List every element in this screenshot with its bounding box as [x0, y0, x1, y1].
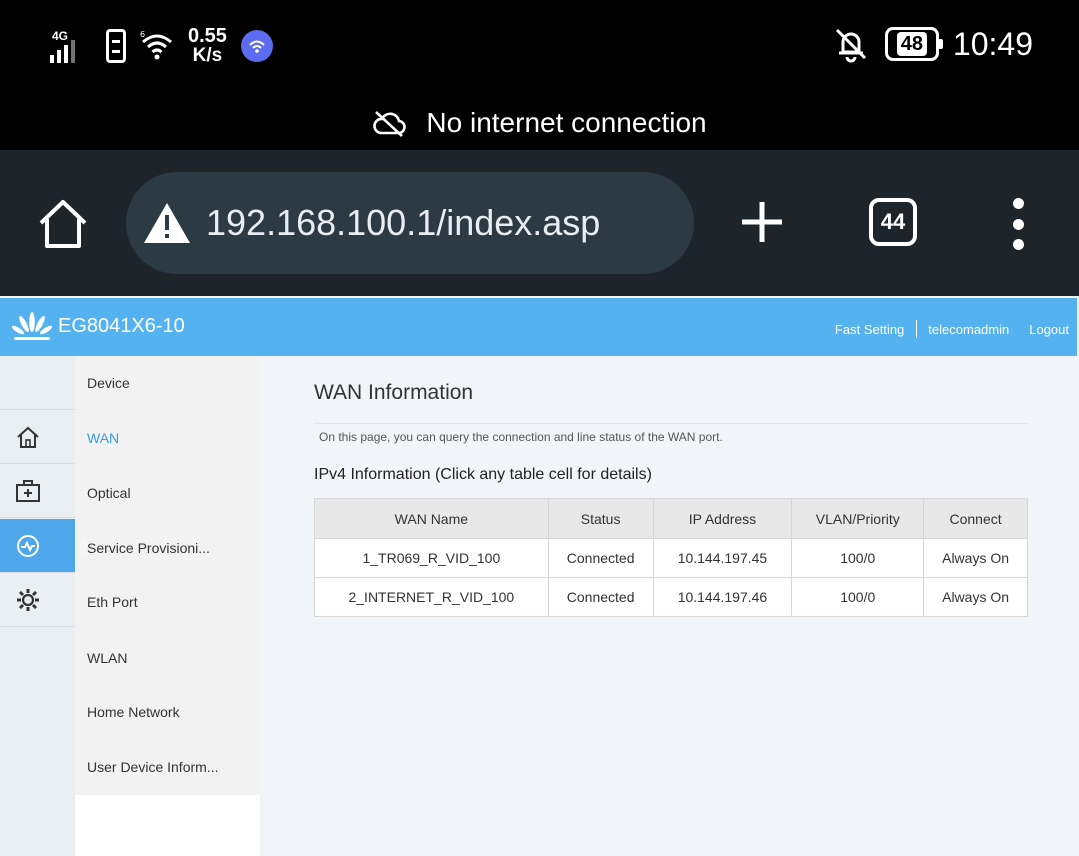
- cellular-signal-icon: 4G: [50, 27, 92, 65]
- device-model: EG8041X6-10: [58, 315, 185, 337]
- menu-item-home-network[interactable]: Home Network: [87, 704, 180, 720]
- new-tab-button[interactable]: [738, 198, 786, 246]
- battery-level: 48: [896, 32, 928, 56]
- status-left-group: 4G 6 0.55 K/s: [50, 26, 273, 66]
- network-speed-value: 0.55: [188, 25, 227, 47]
- table-row[interactable]: 2_INTERNET_R_VID_100 Connected 10.144.19…: [314, 577, 1028, 617]
- no-internet-text: No internet connection: [426, 107, 707, 138]
- rail-item-settings[interactable]: [0, 573, 75, 627]
- menu-item-service-provisioning[interactable]: Service Provisioni...: [87, 540, 210, 556]
- svg-text:6: 6: [140, 30, 145, 39]
- table-cell[interactable]: 2_INTERNET_R_VID_100: [314, 577, 549, 617]
- page-title: WAN Information: [314, 381, 474, 404]
- status-submenu: Device WAN Optical Service Provisioni...…: [75, 356, 260, 856]
- table-row[interactable]: 1_TR069_R_VID_100 Connected 10.144.197.4…: [314, 538, 1028, 578]
- table-cell[interactable]: 100/0: [791, 577, 925, 617]
- status-gauge-icon: [17, 534, 39, 557]
- bell-off-icon: [835, 28, 866, 63]
- fast-setting-link[interactable]: Fast Setting: [835, 322, 904, 337]
- menu-item-wlan[interactable]: WLAN: [87, 650, 127, 666]
- rail-item-empty: [0, 356, 75, 410]
- menu-item-optical[interactable]: Optical: [87, 485, 131, 501]
- wifi-icon: 6: [140, 30, 172, 60]
- more-menu-button[interactable]: [1004, 198, 1032, 250]
- battery-icon: 48: [884, 27, 943, 61]
- table-cell[interactable]: 1_TR069_R_VID_100: [314, 538, 549, 578]
- header-links: Fast Setting telecomadmin Logout: [835, 320, 1069, 338]
- status-right-group: 48 10:49: [831, 24, 1033, 64]
- network-speed-unit: K/s: [192, 45, 223, 66]
- menu-item-user-device-info[interactable]: User Device Inform...: [87, 759, 218, 775]
- page-description: On this page, you can query the connecti…: [319, 430, 723, 444]
- url-text[interactable]: 192.168.100.1/index.asp: [206, 202, 600, 244]
- table-cell[interactable]: Always On: [923, 538, 1028, 578]
- rail-item-home[interactable]: [0, 410, 75, 464]
- table-cell[interactable]: 10.144.197.46: [652, 577, 793, 617]
- tab-count: 44: [880, 209, 906, 234]
- user-name-link[interactable]: telecomadmin: [928, 322, 1009, 337]
- router-header: EG8041X6-10 Fast Setting telecomadmin Lo…: [0, 298, 1077, 356]
- tab-switcher-button[interactable]: 44: [869, 198, 917, 246]
- wan-table: WAN Name Status IP Address VLAN/Priority…: [314, 498, 1028, 617]
- address-bar[interactable]: 192.168.100.1/index.asp: [126, 172, 694, 274]
- column-header-ip-address: IP Address: [652, 498, 793, 539]
- clock: 10:49: [952, 25, 1033, 62]
- gear-icon: [17, 588, 39, 611]
- menu-item-wan[interactable]: WAN: [87, 430, 119, 446]
- home-button[interactable]: [36, 198, 90, 250]
- huawei-logo: [12, 312, 52, 340]
- column-header-status: Status: [547, 498, 654, 539]
- column-header-connect: Connect: [923, 498, 1028, 539]
- table-cell[interactable]: Connected: [547, 538, 654, 578]
- home-icon: [17, 426, 39, 448]
- rail-item-diagnose[interactable]: [0, 464, 75, 518]
- cloud-off-icon: [373, 111, 407, 137]
- hotspot-icon: [240, 30, 273, 62]
- column-header-vlan-priority: VLAN/Priority: [791, 498, 925, 539]
- table-cell[interactable]: 10.144.197.45: [652, 538, 793, 578]
- section-title: IPv4 Information (Click any table cell f…: [314, 466, 652, 483]
- icon-rail: [0, 356, 75, 856]
- title-divider: [314, 423, 1028, 424]
- column-header-wan-name: WAN Name: [314, 498, 549, 539]
- web-content: EG8041X6-10 Fast Setting telecomadmin Lo…: [0, 296, 1079, 856]
- menu-item-device[interactable]: Device: [87, 375, 130, 391]
- menu-item-eth-port[interactable]: Eth Port: [87, 594, 138, 610]
- rail-item-status[interactable]: [0, 519, 75, 573]
- header-divider: [916, 320, 918, 338]
- active-menu-pointer: [75, 536, 87, 558]
- table-cell[interactable]: 100/0: [791, 538, 925, 578]
- network-speed: 0.55 K/s: [188, 26, 227, 66]
- browser-toolbar: 192.168.100.1/index.asp 44: [0, 150, 1079, 296]
- table-cell[interactable]: Always On: [923, 577, 1028, 617]
- sim-card-icon: [106, 29, 126, 63]
- logout-link[interactable]: Logout: [1029, 322, 1069, 337]
- warning-icon[interactable]: [142, 200, 192, 246]
- table-header-row: WAN Name Status IP Address VLAN/Priority…: [314, 498, 1028, 539]
- table-cell[interactable]: Connected: [547, 577, 654, 617]
- no-internet-banner: No internet connection: [0, 96, 1079, 150]
- medical-box-icon: [16, 479, 40, 502]
- status-bar: 4G 6 0.55 K/s 48 10:49: [0, 0, 1079, 96]
